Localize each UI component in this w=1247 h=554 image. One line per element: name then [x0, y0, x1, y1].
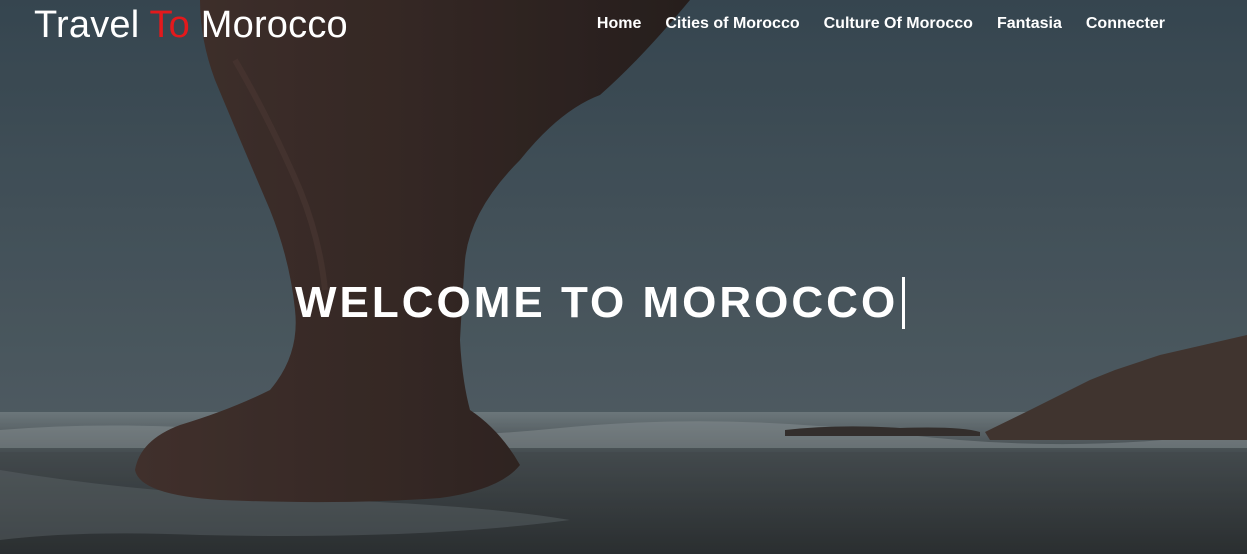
- typing-caret: [902, 277, 906, 329]
- logo-text-morocco: Morocco: [200, 4, 348, 46]
- nav-link-fantasia[interactable]: Fantasia: [997, 12, 1062, 36]
- site-logo[interactable]: Travel To Morocco: [34, 2, 348, 48]
- nav-link-culture-of-morocco[interactable]: Culture Of Morocco: [824, 12, 973, 36]
- main-navigation: Home Cities of Morocco Culture Of Morocc…: [597, 12, 1165, 36]
- nav-link-cities-of-morocco[interactable]: Cities of Morocco: [665, 12, 799, 36]
- logo-text-travel: Travel: [34, 4, 140, 46]
- logo-text-to: To: [149, 4, 190, 46]
- hero-headline: WELCOME TO MOROCCO: [295, 275, 906, 331]
- hero-headline-text: WELCOME TO MOROCCO: [295, 278, 899, 327]
- hero-section: Travel To Morocco Home Cities of Morocco…: [0, 0, 1247, 554]
- nav-link-connecter[interactable]: Connecter: [1086, 12, 1165, 36]
- nav-link-home[interactable]: Home: [597, 12, 641, 36]
